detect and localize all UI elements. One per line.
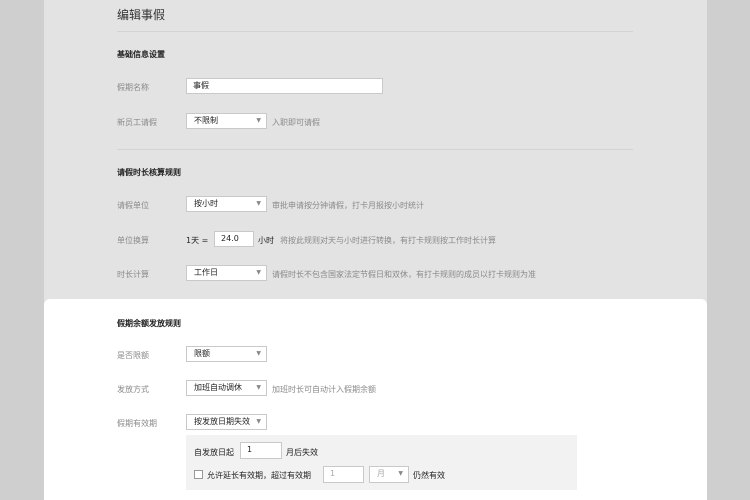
- chevron-down-icon: ▼: [256, 384, 261, 391]
- is-limited-select[interactable]: 限额 ▼: [186, 346, 267, 362]
- extend-validity-suffix: 仍然有效: [413, 471, 445, 480]
- unit-conversion-unit: 小时: [258, 236, 274, 245]
- is-limited-label: 是否限额: [117, 351, 149, 360]
- leave-name-input[interactable]: 事假: [186, 78, 383, 94]
- new-employee-label: 新员工请假: [117, 118, 157, 127]
- grant-method-select[interactable]: 加班自动调休 ▼: [186, 380, 267, 396]
- duration-calc-hint: 请假时长不包含国家法定节假日和双休，有打卡规则的成员以打卡规则为准: [272, 270, 536, 279]
- chevron-down-icon: ▼: [398, 470, 403, 477]
- leave-unit-select[interactable]: 按小时 ▼: [186, 196, 267, 212]
- unit-conversion-hint: 将按此规则对天与小时进行转换，有打卡规则按工作时长计算: [280, 236, 496, 245]
- unit-conversion-prefix: 1天 =: [186, 236, 209, 245]
- grant-method-label: 发放方式: [117, 385, 149, 394]
- chevron-down-icon: ▼: [256, 418, 261, 425]
- validity-label: 假期有效期: [117, 419, 157, 428]
- duration-calc-label: 时长计算: [117, 270, 149, 279]
- is-limited-select-value: 限额: [194, 349, 210, 358]
- section-title-duration-rules: 请假时长核算规则: [117, 168, 181, 177]
- extend-validity-label: 允许延长有效期，超过有效期: [207, 471, 311, 480]
- section-title-basic: 基础信息设置: [117, 50, 165, 59]
- extend-unit-select[interactable]: 月 ▼: [369, 466, 409, 483]
- validity-months-suffix: 月后失效: [286, 448, 318, 457]
- extend-validity-input[interactable]: 1: [323, 466, 364, 483]
- leave-unit-label: 请假单位: [117, 201, 149, 210]
- section-divider: [117, 149, 633, 150]
- extend-validity-checkbox[interactable]: [194, 470, 203, 479]
- extend-unit-select-value: 月: [377, 469, 385, 478]
- section-title-balance-rules: 假期余额发放规则: [117, 319, 181, 328]
- chevron-down-icon: ▼: [256, 269, 261, 276]
- unit-conversion-label: 单位换算: [117, 236, 149, 245]
- new-employee-select[interactable]: 不限制 ▼: [186, 113, 267, 129]
- leave-unit-select-value: 按小时: [194, 199, 218, 208]
- new-employee-hint: 入职即可请假: [272, 118, 320, 127]
- validity-from-label: 自发放日起: [194, 448, 234, 457]
- unit-conversion-input[interactable]: 24.0: [214, 231, 254, 247]
- new-employee-select-value: 不限制: [194, 116, 218, 125]
- grant-method-hint: 加班时长可自动计入假期余额: [272, 385, 376, 394]
- title-divider: [117, 31, 633, 32]
- leave-name-label: 假期名称: [117, 83, 149, 92]
- duration-calc-select[interactable]: 工作日 ▼: [186, 265, 267, 281]
- validity-select-value: 按发放日期失效: [194, 417, 250, 426]
- validity-select[interactable]: 按发放日期失效 ▼: [186, 414, 267, 430]
- validity-months-input[interactable]: 1: [240, 442, 282, 459]
- chevron-down-icon: ▼: [256, 350, 261, 357]
- chevron-down-icon: ▼: [256, 117, 261, 124]
- duration-calc-select-value: 工作日: [194, 268, 218, 277]
- page-title: 编辑事假: [117, 8, 166, 22]
- grant-method-select-value: 加班自动调休: [194, 383, 242, 392]
- chevron-down-icon: ▼: [256, 200, 261, 207]
- leave-unit-hint: 审批申请按分钟请假，打卡月报按小时统计: [272, 201, 424, 210]
